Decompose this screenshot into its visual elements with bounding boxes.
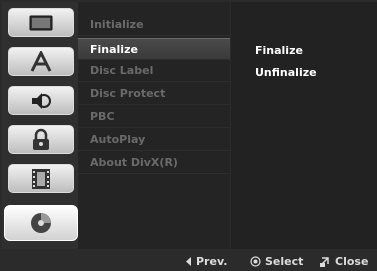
disc-icon	[31, 213, 51, 233]
option-unfinalize[interactable]: Unfinalize	[255, 66, 317, 79]
menu-item-autoplay[interactable]: AutoPlay	[78, 129, 230, 151]
disc-settings-button[interactable]	[4, 205, 78, 241]
option-finalize[interactable]: Finalize	[255, 44, 303, 57]
display-settings-button[interactable]	[8, 8, 74, 37]
audio-settings-button[interactable]	[8, 86, 74, 115]
settings-sidebar	[2, 2, 78, 249]
prev-label: Prev.	[196, 255, 228, 268]
recording-settings-button[interactable]	[8, 164, 74, 193]
lock-icon	[33, 128, 49, 150]
close-icon	[320, 256, 329, 267]
menu-item-about-divx[interactable]: About DivX(R)	[78, 152, 230, 174]
menu-item-finalize[interactable]: Finalize	[78, 38, 230, 60]
close-label: Close	[335, 255, 369, 268]
close-hint[interactable]: Close	[319, 255, 368, 268]
film-icon	[32, 168, 50, 189]
menu-item-initialize[interactable]: Initialize	[78, 14, 230, 36]
options-panel: Finalize Unfinalize	[231, 2, 377, 249]
audio-icon	[32, 92, 51, 109]
menu-item-disc-protect[interactable]: Disc Protect	[78, 83, 230, 105]
language-settings-button[interactable]	[8, 47, 74, 76]
select-hint[interactable]: Select	[250, 255, 303, 268]
prev-hint[interactable]: Prev.	[186, 255, 227, 268]
select-label: Select	[265, 255, 304, 268]
left-arrow-icon	[186, 257, 191, 266]
disc-menu-panel: Initialize Finalize Disc Label Disc Prot…	[78, 2, 230, 249]
menu-item-pbc[interactable]: PBC	[78, 106, 230, 128]
display-icon	[29, 15, 53, 30]
footer-bar: Prev. Select Close	[0, 252, 377, 271]
menu-item-disc-label[interactable]: Disc Label	[78, 60, 230, 82]
language-icon	[30, 50, 52, 72]
lock-settings-button[interactable]	[8, 125, 74, 154]
select-icon	[250, 256, 261, 267]
